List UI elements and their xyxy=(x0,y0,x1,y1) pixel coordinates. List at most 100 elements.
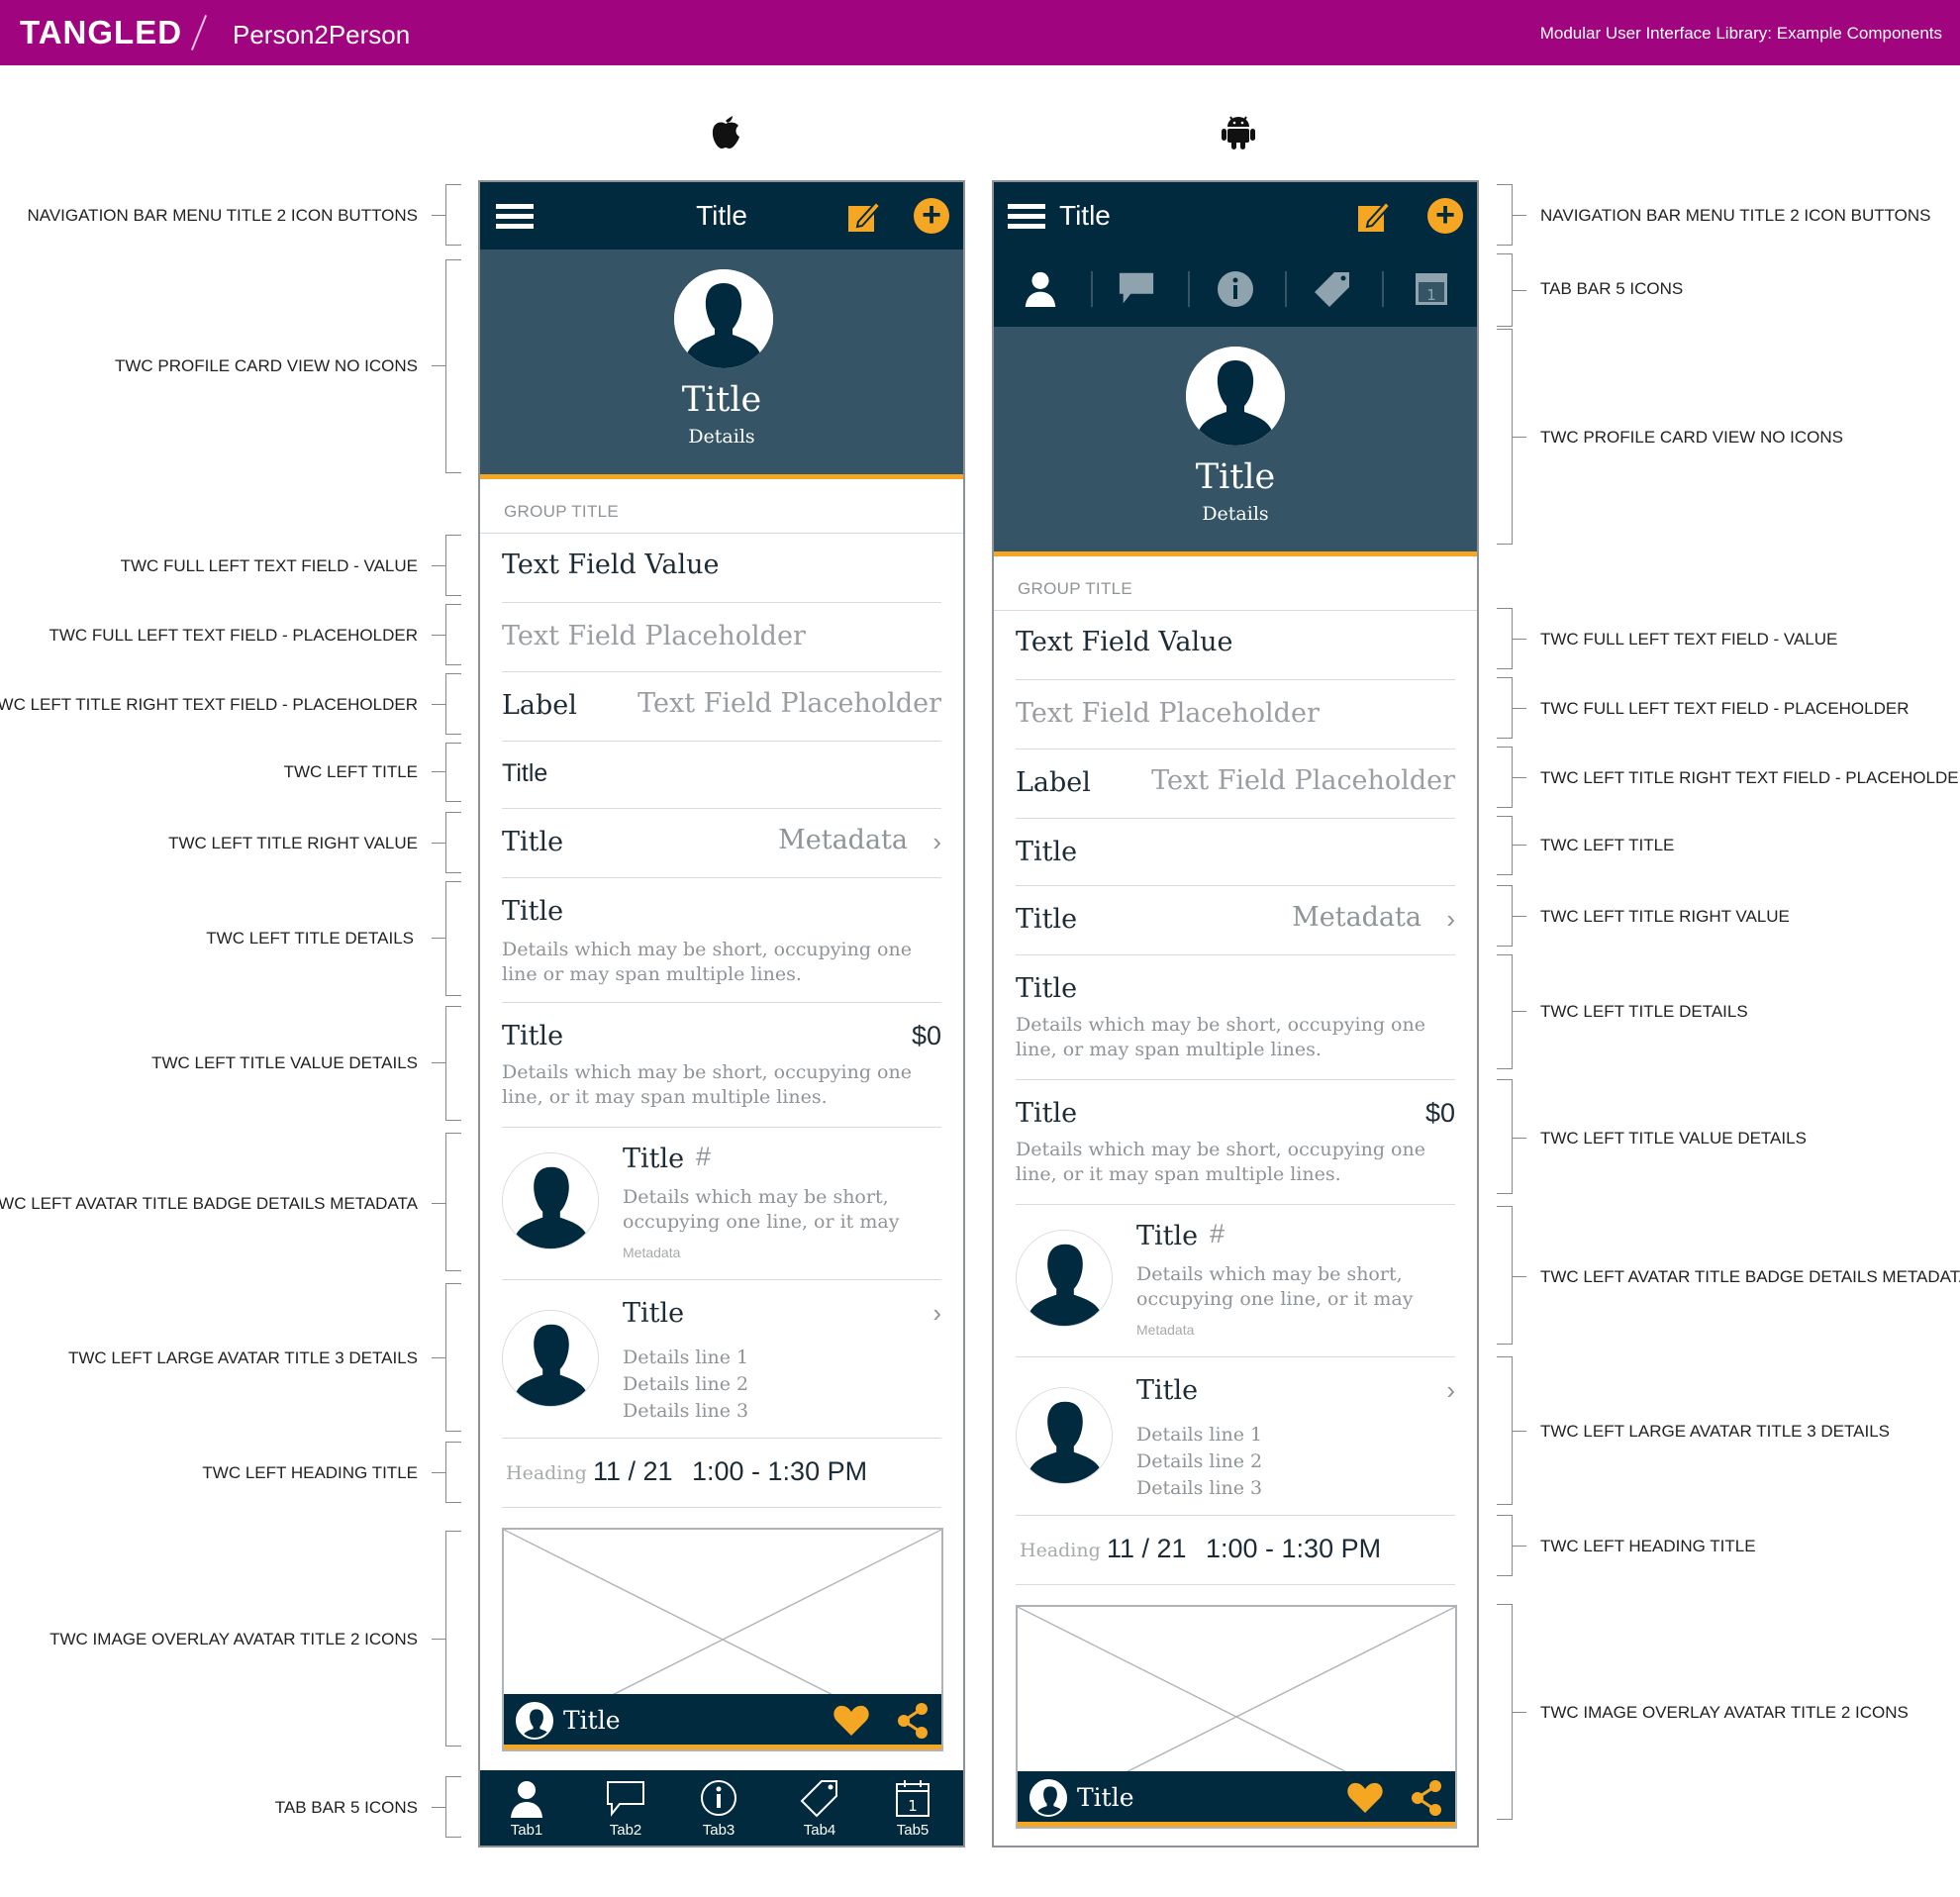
tvd-details: Details which may be short, occupying on… xyxy=(1016,1139,1425,1185)
ab-details: Details which may be short, occupying on… xyxy=(623,1186,900,1233)
avatar xyxy=(1016,1230,1113,1327)
text-field-placeholder[interactable]: Text Field Placeholder xyxy=(502,621,806,651)
price-tag-icon[interactable] xyxy=(1313,269,1352,309)
overlay-title: Title xyxy=(1077,1783,1134,1812)
image-overlay-card[interactable]: Title xyxy=(502,1528,943,1751)
annotation-label: TWC LEFT AVATAR TITLE BADGE DETAILS META… xyxy=(0,1194,418,1213)
tab-5[interactable]: 1 Tab5 xyxy=(888,1778,937,1839)
label-field-placeholder[interactable]: Text Field Placeholder xyxy=(637,688,941,719)
tab-label: Tab1 xyxy=(510,1822,543,1839)
info-icon[interactable] xyxy=(1216,269,1255,309)
bracket xyxy=(445,604,461,665)
avatar-badge-row[interactable]: Title # Details which may be short, occu… xyxy=(1016,1205,1455,1357)
calendar-icon[interactable]: 1 xyxy=(1412,267,1451,307)
avatar-badge-row[interactable]: Title # Details which may be short, occu… xyxy=(502,1128,941,1280)
ab-title: Title xyxy=(623,1144,685,1174)
bracket-tick xyxy=(432,771,445,772)
label-field-row[interactable]: Label Text Field Placeholder xyxy=(1016,749,1455,819)
rv-title: Title xyxy=(1016,904,1078,935)
profile-details: Details xyxy=(688,426,755,448)
la-line3: Details line 3 xyxy=(623,1400,749,1422)
label-field-row[interactable]: Label Text Field Placeholder xyxy=(502,672,941,742)
bracket-tick xyxy=(432,215,445,216)
product-name: Person2Person xyxy=(233,20,411,50)
bracket-tick xyxy=(1513,708,1526,709)
bracket-tick xyxy=(432,365,445,366)
la-line1: Details line 1 xyxy=(623,1347,749,1368)
title-details-row[interactable]: Title Details which may be short, occupy… xyxy=(502,878,941,1003)
android-nav-bar: Title + xyxy=(994,182,1477,250)
tab-3[interactable]: Tab3 xyxy=(694,1778,743,1839)
text-field-value[interactable]: Text Field Value xyxy=(1016,627,1233,657)
chevron-right-icon[interactable]: › xyxy=(932,827,941,857)
ab-title: Title xyxy=(1136,1221,1199,1251)
large-avatar-row[interactable]: Title › Details line 1 Details line 2 De… xyxy=(502,1280,941,1439)
text-field-placeholder[interactable]: Text Field Placeholder xyxy=(1016,698,1320,729)
right-value-row[interactable]: Title Metadata › xyxy=(1016,886,1455,955)
heading-label: Heading xyxy=(1020,1540,1101,1561)
image-overlay-bar: Title xyxy=(1018,1771,1455,1827)
edit-icon[interactable] xyxy=(1356,198,1392,234)
bracket xyxy=(445,743,461,802)
bracket xyxy=(445,1283,461,1432)
share-icon[interactable] xyxy=(896,1702,930,1740)
title-value-details-row[interactable]: Title $0 Details which may be short, occ… xyxy=(1016,1080,1455,1205)
bracket xyxy=(445,1531,461,1747)
person-icon[interactable] xyxy=(1024,269,1057,307)
right-value-row[interactable]: Title Metadata › xyxy=(502,809,941,878)
la-title: Title xyxy=(623,1298,685,1329)
share-icon[interactable] xyxy=(1410,1779,1443,1817)
text-field-value-row[interactable]: Text Field Value xyxy=(1016,611,1455,680)
heading-row: Heading 11 / 21 1:00 - 1:30 PM xyxy=(502,1439,941,1508)
title-value-details-row[interactable]: Title $0 Details which may be short, occ… xyxy=(502,1003,941,1128)
bracket-tick xyxy=(1513,437,1526,438)
tab-1[interactable]: Tab1 xyxy=(502,1778,551,1839)
edit-icon[interactable] xyxy=(846,198,882,234)
bracket xyxy=(1497,885,1513,947)
bracket xyxy=(1497,1604,1513,1820)
bracket-tick xyxy=(432,938,445,939)
heart-icon[interactable] xyxy=(1346,1781,1384,1815)
bracket-tick xyxy=(1513,777,1526,778)
bracket-tick xyxy=(1513,639,1526,640)
field-label: Label xyxy=(1016,767,1091,798)
text-field-value[interactable]: Text Field Value xyxy=(502,549,720,580)
tvd-title: Title xyxy=(502,1021,564,1051)
nav-title: Title xyxy=(696,200,747,231)
image-overlay-card[interactable]: Title xyxy=(1016,1605,1457,1829)
title-details-row[interactable]: Title Details which may be short, occupy… xyxy=(1016,955,1455,1080)
chevron-right-icon[interactable]: › xyxy=(1446,904,1455,935)
add-icon[interactable]: + xyxy=(1427,198,1463,234)
rv-metadata: Metadata xyxy=(778,825,908,855)
chevron-right-icon[interactable]: › xyxy=(1446,1375,1455,1406)
annotation-label: TWC LEFT TITLE RIGHT TEXT FIELD - PLACEH… xyxy=(0,695,418,714)
tvd-title: Title xyxy=(1016,1098,1078,1129)
annotation-label: TWC FULL LEFT TEXT FIELD - VALUE xyxy=(1540,630,1838,649)
tab-4[interactable]: Tab4 xyxy=(795,1778,844,1839)
person-icon xyxy=(511,1781,542,1818)
chevron-right-icon[interactable]: › xyxy=(932,1298,941,1329)
bracket xyxy=(1497,747,1513,808)
chat-icon[interactable] xyxy=(1117,269,1156,307)
heading-row: Heading 11 / 21 1:00 - 1:30 PM xyxy=(1016,1516,1455,1585)
bracket-tick xyxy=(432,635,445,636)
text-field-value-row[interactable]: Text Field Value xyxy=(502,534,941,603)
left-title-row[interactable]: Title xyxy=(502,742,941,809)
left-title-row[interactable]: Title xyxy=(1016,819,1455,886)
annotation-label: TWC LEFT TITLE xyxy=(283,762,418,781)
menu-icon[interactable] xyxy=(1008,204,1045,230)
left-title: Title xyxy=(1016,837,1078,867)
heart-icon[interactable] xyxy=(833,1704,870,1738)
overlay-title: Title xyxy=(563,1706,621,1735)
tvd-details: Details which may be short, occupying on… xyxy=(502,1061,912,1108)
large-avatar-row[interactable]: Title › Details line 1 Details line 2 De… xyxy=(1016,1357,1455,1516)
add-icon[interactable]: + xyxy=(914,198,949,234)
bracket-tick xyxy=(1513,1431,1526,1432)
label-field-placeholder[interactable]: Text Field Placeholder xyxy=(1151,765,1455,796)
avatar xyxy=(502,1310,599,1407)
text-field-placeholder-row[interactable]: Text Field Placeholder xyxy=(1016,680,1455,749)
text-field-placeholder-row[interactable]: Text Field Placeholder xyxy=(502,603,941,672)
header-divider xyxy=(190,15,208,50)
group-header: GROUP TITLE xyxy=(480,484,963,534)
tab-2[interactable]: Tab2 xyxy=(601,1778,650,1839)
